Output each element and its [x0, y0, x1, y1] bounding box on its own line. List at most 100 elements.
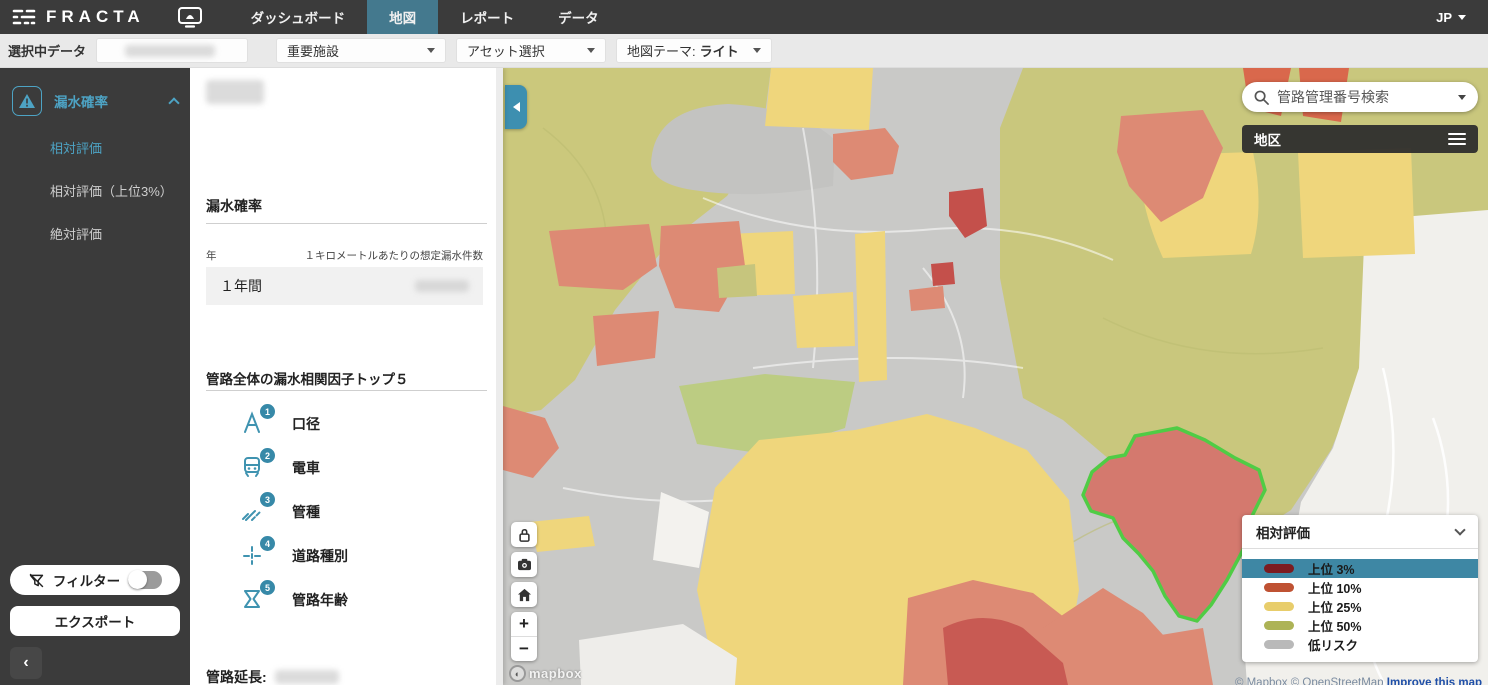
zoom-control: + −: [511, 612, 537, 661]
sidebar-item-absolute-eval[interactable]: 絶対評価: [0, 212, 190, 255]
important-facility-label: 重要施設: [287, 41, 339, 60]
screenshot-control-button[interactable]: [511, 552, 537, 577]
filter-toggle-button[interactable]: フィルター: [10, 565, 180, 595]
asset-select-dropdown[interactable]: アセット選択: [456, 38, 606, 63]
filter-label: フィルター: [53, 570, 120, 590]
monitor-icon-button[interactable]: [177, 6, 203, 28]
map-theme-label: 地図テーマ:: [627, 41, 696, 60]
mapbox-logo[interactable]: ◐ mapbox: [509, 665, 582, 682]
tab-data[interactable]: データ: [536, 0, 621, 34]
legend-body: 上位 3% 上位 10% 上位 25% 上位 50% 低リスク: [1242, 549, 1478, 662]
legend-header[interactable]: 相対評価: [1242, 515, 1478, 549]
caliper-icon: 1: [240, 411, 266, 437]
left-sidebar: 漏水確率 相対評価 相対評価（上位3%） 絶対評価 フィルター エクスポート ‹: [0, 68, 190, 685]
warning-triangle-icon: [12, 86, 42, 116]
selected-data-label: 選択中データ: [8, 41, 86, 60]
legend-label: 上位 50%: [1308, 616, 1362, 635]
important-facility-dropdown[interactable]: 重要施設: [276, 38, 446, 63]
pipe-search-box[interactable]: [1242, 82, 1478, 112]
monitor-icon: [177, 6, 203, 28]
selected-data-field[interactable]: [96, 38, 248, 63]
zoom-out-button[interactable]: −: [511, 637, 537, 661]
chevron-up-icon: [168, 97, 179, 108]
factor-label: 管種: [292, 502, 320, 522]
factors-heading: 管路全体の漏水相関因子トップ５: [190, 368, 503, 388]
sidebar-item-relative-eval[interactable]: 相対評価: [0, 126, 190, 169]
filter-toolbar: 選択中データ 重要施設 アセット選択 地図テーマ: ライト: [0, 34, 1488, 68]
brand[interactable]: FRACTA: [0, 7, 159, 27]
chevron-down-icon: [1458, 15, 1466, 20]
export-button[interactable]: エクスポート: [10, 606, 180, 636]
map-canvas[interactable]: 地区 + − 相対評価 上位 3%: [503, 68, 1488, 685]
pipe-length-heading: 管路延長:: [190, 667, 503, 685]
factor-row-5: 5 管路年齢: [240, 587, 348, 613]
road-type-icon: 4: [240, 543, 266, 569]
legend-panel: 相対評価 上位 3% 上位 10% 上位 25% 上位 50% 低リス: [1242, 515, 1478, 662]
legend-row-top3[interactable]: 上位 3%: [1242, 559, 1478, 578]
legend-swatch: [1264, 640, 1294, 649]
redacted-value: [275, 670, 339, 684]
lock-control-button[interactable]: [511, 522, 537, 547]
factor-row-3: 3 管種: [240, 499, 320, 525]
zoom-in-button[interactable]: +: [511, 612, 537, 636]
brand-name: FRACTA: [46, 7, 145, 27]
chevron-left-icon: [513, 102, 520, 112]
search-icon: [1254, 90, 1269, 105]
chevron-down-icon: [1458, 95, 1466, 100]
search-input[interactable]: [1277, 89, 1450, 105]
attribution-text: © Mapbox © OpenStreetMap: [1235, 677, 1384, 685]
factor-row-1: 1 口径: [240, 411, 320, 437]
detail-panel: 漏水確率 年 １キロメートルあたりの想定漏水件数 １年間 管路全体の漏水相関因子…: [190, 68, 503, 685]
fracta-logo-icon: [12, 8, 36, 26]
legend-label: 上位 25%: [1308, 597, 1362, 616]
panel-collapse-tab[interactable]: [505, 85, 527, 129]
rank-badge: 5: [260, 580, 275, 595]
panel-scrollbar[interactable]: [496, 68, 503, 685]
factor-label: 道路種別: [292, 546, 348, 566]
chevron-down-icon: [587, 48, 595, 53]
legend-row-top10[interactable]: 上位 10%: [1242, 578, 1478, 597]
camera-icon: [517, 558, 532, 571]
prob-table-header: 年 １キロメートルあたりの想定漏水件数: [206, 248, 483, 263]
tab-map[interactable]: 地図: [367, 0, 438, 34]
tab-dashboard[interactable]: ダッシュボード: [229, 0, 368, 34]
home-icon: [517, 588, 532, 602]
train-icon: 2: [240, 455, 266, 481]
asset-select-label: アセット選択: [467, 41, 545, 60]
legend-row-top25[interactable]: 上位 25%: [1242, 597, 1478, 616]
legend-row-top50[interactable]: 上位 50%: [1242, 616, 1478, 635]
improve-map-link[interactable]: Improve this map: [1387, 677, 1482, 685]
district-label: 地区: [1254, 129, 1281, 149]
divider: [206, 390, 487, 391]
layers-menu-icon: [1448, 133, 1466, 145]
chevron-left-icon: ‹: [23, 654, 28, 672]
mapbox-wordmark: mapbox: [529, 666, 582, 681]
legend-swatch: [1264, 583, 1294, 592]
chevron-down-icon: [427, 48, 435, 53]
toggle-knob: [128, 570, 147, 589]
legend-swatch: [1264, 564, 1294, 573]
sidebar-group-leak-probability[interactable]: 漏水確率: [0, 68, 190, 126]
export-label: エクスポート: [55, 611, 136, 631]
sidebar-group-label: 漏水確率: [54, 91, 158, 111]
prob-table-row[interactable]: １年間: [206, 267, 483, 305]
locale-switcher[interactable]: JP: [1436, 10, 1488, 25]
tab-report[interactable]: レポート: [438, 0, 536, 34]
home-control-button[interactable]: [511, 582, 537, 607]
factor-label: 口径: [292, 414, 320, 434]
legend-row-lowrisk[interactable]: 低リスク: [1242, 635, 1478, 654]
factor-row-4: 4 道路種別: [240, 543, 348, 569]
locale-label: JP: [1436, 10, 1452, 25]
sidebar-collapse-button[interactable]: ‹: [10, 647, 42, 679]
factor-label: 電車: [292, 458, 320, 478]
legend-label: 上位 10%: [1308, 578, 1362, 597]
map-theme-dropdown[interactable]: 地図テーマ: ライト: [616, 38, 772, 63]
rank-badge: 1: [260, 404, 275, 419]
lock-icon: [518, 528, 531, 542]
district-layer-bar[interactable]: 地区: [1242, 125, 1478, 153]
redacted-panel-title: [206, 80, 264, 104]
redacted-value: [415, 280, 469, 292]
sidebar-item-relative-eval-top3[interactable]: 相対評価（上位3%）: [0, 169, 190, 212]
filter-toggle-switch[interactable]: [128, 571, 162, 589]
mapbox-icon: ◐: [509, 665, 526, 682]
